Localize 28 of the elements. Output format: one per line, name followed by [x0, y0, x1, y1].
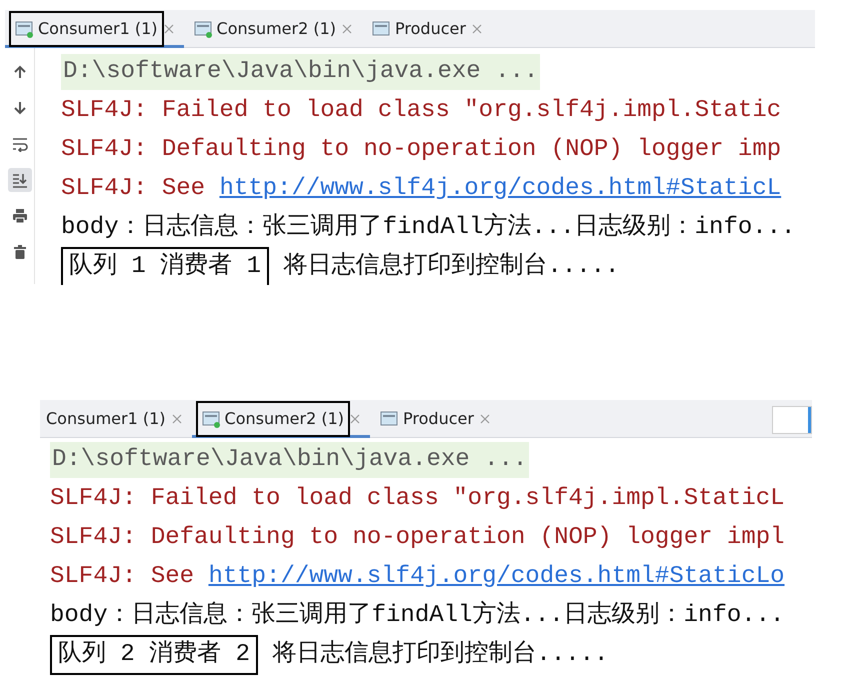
console-line: SLF4J: Failed to load class "org.slf4j.impl.StaticL [50, 484, 785, 514]
link[interactable]: http://www.slf4j.org/codes.html#StaticLo [208, 558, 785, 594]
tab[interactable]: Consumer2 (1) [192, 400, 370, 438]
close-icon [342, 24, 352, 34]
tab[interactable]: Consumer2 (1) [184, 10, 362, 48]
highlighted-text: 队列 2 消费者 2 [50, 634, 258, 674]
tab[interactable]: Consumer1 (1) [5, 10, 184, 48]
close-icon [164, 24, 174, 34]
tab[interactable]: Producer [370, 400, 500, 438]
console-line: SLF4J: Failed to load class "org.slf4j.impl.Static [61, 96, 782, 126]
tab[interactable]: Consumer1 (1) [40, 400, 192, 438]
panel-widget [772, 406, 812, 434]
console-line: body：日志信息：张三调用了findAll方法...日志级别：info... [61, 212, 796, 242]
close-icon [350, 414, 360, 424]
link[interactable]: http://www.slf4j.org/codes.html#StaticL [219, 170, 782, 206]
close-icon [472, 24, 482, 34]
console-line: SLF4J: See [61, 174, 206, 204]
console-line: 将日志信息打印到控制台..... [282, 251, 620, 282]
tab[interactable]: Producer [362, 10, 492, 48]
console-line: SLF4J: Defaulting to no-operation (NOP) logger impl [50, 522, 785, 552]
console-line: body：日志信息：张三调用了findAll方法...日志级别：info... [50, 600, 784, 630]
console-line: 将日志信息打印到控制台..... [271, 639, 608, 670]
console-line: SLF4J: See [50, 562, 196, 592]
console-line: SLF4J: Defaulting to no-operation (NOP) logger imp [61, 134, 782, 164]
scroll-to-end-icon[interactable] [8, 168, 32, 192]
highlighted-text: 队列 1 消费者 1 [61, 246, 270, 285]
close-icon [172, 414, 182, 424]
close-icon [480, 414, 490, 424]
